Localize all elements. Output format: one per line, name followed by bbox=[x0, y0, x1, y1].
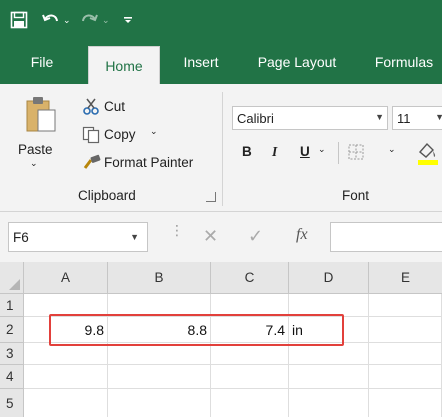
tab-insert[interactable]: Insert bbox=[176, 40, 226, 84]
column-header-d[interactable]: D bbox=[289, 262, 369, 294]
cut-button[interactable]: Cut bbox=[80, 96, 150, 118]
underline-button[interactable]: U bbox=[300, 144, 310, 159]
select-all-triangle-icon bbox=[9, 279, 20, 290]
cell-c4[interactable] bbox=[211, 365, 289, 389]
enter-button[interactable]: ✓ bbox=[248, 226, 263, 247]
redo-arrow-icon[interactable] bbox=[80, 0, 98, 40]
cut-label: Cut bbox=[104, 99, 126, 114]
row-header-5[interactable]: 5 bbox=[0, 389, 24, 417]
select-all-button[interactable] bbox=[0, 262, 24, 294]
borders-icon[interactable] bbox=[348, 144, 364, 163]
cell-a4[interactable] bbox=[24, 365, 108, 389]
more-options-icon[interactable]: ⋮ bbox=[170, 223, 184, 237]
column-header-b[interactable]: B bbox=[108, 262, 211, 294]
clipboard-group-label: Clipboard bbox=[78, 188, 136, 203]
row-header-4[interactable]: 4 bbox=[0, 365, 24, 389]
font-name-value: Calibri bbox=[237, 110, 274, 126]
copy-label: Copy bbox=[104, 127, 136, 142]
cell-c5[interactable] bbox=[211, 389, 289, 417]
ribbon-home: Paste ⌄ Cut Copy ⌄ Format Painter Clipbo… bbox=[0, 84, 442, 212]
row-header-3[interactable]: 3 bbox=[0, 343, 24, 365]
paste-label: Paste bbox=[18, 142, 53, 157]
cell-b4[interactable] bbox=[108, 365, 211, 389]
cell-d3[interactable] bbox=[289, 343, 369, 365]
fill-color-icon[interactable] bbox=[416, 140, 440, 169]
tab-file[interactable]: File bbox=[22, 40, 62, 84]
excel-window: ⌄ ⌄ File Home Insert Page Layout Formula… bbox=[0, 0, 442, 417]
tab-page-layout[interactable]: Page Layout bbox=[252, 40, 342, 84]
cell-d4[interactable] bbox=[289, 365, 369, 389]
cell-b3[interactable] bbox=[108, 343, 211, 365]
cell-b5[interactable] bbox=[108, 389, 211, 417]
cancel-button[interactable]: ✕ bbox=[203, 226, 218, 247]
copy-icon bbox=[82, 126, 100, 147]
cell-e2[interactable] bbox=[369, 317, 442, 343]
underline-dropdown-icon[interactable]: ⌄ bbox=[318, 144, 326, 155]
ribbon-group-divider bbox=[222, 92, 223, 206]
borders-dropdown-icon[interactable]: ⌄ bbox=[388, 144, 396, 155]
chevron-down-icon: ▼ bbox=[435, 112, 442, 122]
cell-e4[interactable] bbox=[369, 365, 442, 389]
tab-formulas[interactable]: Formulas bbox=[366, 40, 442, 84]
quick-access-toolbar: ⌄ ⌄ bbox=[0, 0, 442, 40]
undo-dropdown-icon[interactable]: ⌄ bbox=[63, 0, 71, 40]
undo-arrow-icon[interactable] bbox=[42, 0, 60, 40]
font-size-select[interactable]: 11 ▼ bbox=[392, 106, 442, 130]
cell-a3[interactable] bbox=[24, 343, 108, 365]
cell-d5[interactable] bbox=[289, 389, 369, 417]
cell-c3[interactable] bbox=[211, 343, 289, 365]
font-name-select[interactable]: Calibri ▼ bbox=[232, 106, 388, 130]
name-box-value: F6 bbox=[13, 229, 29, 245]
format-painter-label: Format Painter bbox=[104, 155, 194, 170]
clipboard-dialog-launcher-icon[interactable] bbox=[206, 192, 216, 202]
paste-button[interactable]: Paste ⌄ bbox=[14, 92, 60, 174]
font-group-label: Font bbox=[342, 188, 370, 203]
column-header-c[interactable]: C bbox=[211, 262, 289, 294]
font-divider bbox=[338, 142, 339, 164]
highlight-box bbox=[49, 314, 344, 346]
paintbrush-icon bbox=[82, 154, 102, 175]
formula-bar: F6 ▼ ⋮ ✕ ✓ fx bbox=[0, 212, 442, 262]
name-box[interactable]: F6 ▼ bbox=[8, 222, 148, 252]
floppy-disk-icon[interactable] bbox=[10, 0, 28, 40]
paste-dropdown-icon[interactable]: ⌄ bbox=[30, 158, 38, 169]
row-header-2[interactable]: 2 bbox=[0, 317, 24, 343]
format-painter-button[interactable]: Format Painter bbox=[80, 152, 210, 174]
column-header-e[interactable]: E bbox=[369, 262, 442, 294]
cell-e3[interactable] bbox=[369, 343, 442, 365]
cell-a5[interactable] bbox=[24, 389, 108, 417]
redo-dropdown-icon[interactable]: ⌄ bbox=[102, 0, 110, 40]
cell-e5[interactable] bbox=[369, 389, 442, 417]
tab-home[interactable]: Home bbox=[88, 46, 160, 84]
scissors-icon bbox=[82, 98, 100, 119]
bold-button[interactable]: B bbox=[242, 144, 252, 159]
ribbon-tabs: File Home Insert Page Layout Formulas bbox=[0, 40, 442, 84]
font-size-value: 11 bbox=[397, 110, 411, 126]
formula-input[interactable] bbox=[330, 222, 442, 252]
chevron-down-icon: ▼ bbox=[375, 112, 384, 122]
clipboard-icon bbox=[26, 96, 56, 135]
insert-function-button[interactable]: fx bbox=[296, 226, 308, 244]
chevron-down-icon: ▼ bbox=[130, 232, 139, 242]
copy-dropdown-icon[interactable]: ⌄ bbox=[150, 126, 158, 137]
row-header-1[interactable]: 1 bbox=[0, 294, 24, 317]
cell-e1[interactable] bbox=[369, 294, 442, 317]
spreadsheet-grid: A B C D E 1 2 3 4 5 9.8 8.8 7.4 in bbox=[0, 262, 442, 417]
customize-qat-icon[interactable] bbox=[123, 0, 133, 40]
column-header-a[interactable]: A bbox=[24, 262, 108, 294]
copy-button[interactable]: Copy ⌄ bbox=[80, 124, 170, 146]
italic-button[interactable]: I bbox=[272, 144, 277, 160]
